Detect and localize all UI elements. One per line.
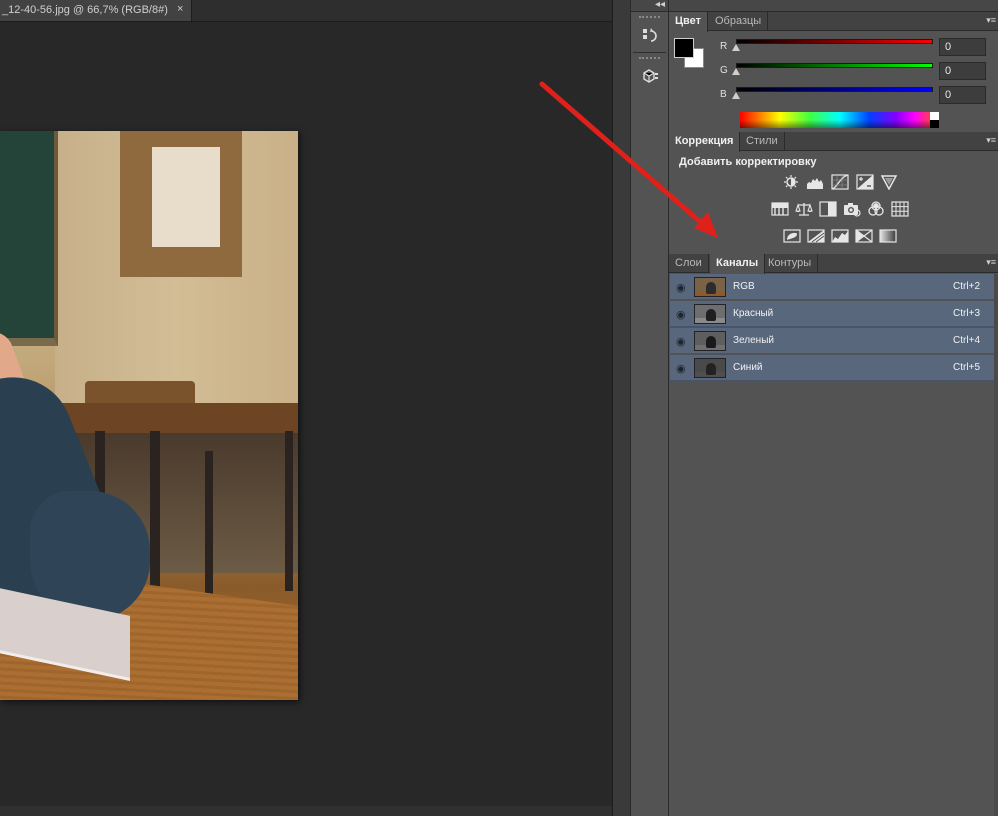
posterize-icon[interactable] <box>807 228 825 244</box>
tab-channels[interactable]: Каналы <box>710 254 766 274</box>
channel-shortcut: Ctrl+4 <box>953 335 980 346</box>
channel-thumbnail <box>694 358 726 378</box>
tab-color[interactable]: Цвет <box>669 12 709 32</box>
blue-slider[interactable] <box>736 87 933 92</box>
blue-slider-thumb[interactable] <box>732 92 740 99</box>
vibrance-icon[interactable] <box>880 174 898 190</box>
color-lookup-icon[interactable] <box>891 201 909 217</box>
document-tab-title: _12-40-56.jpg @ 66,7% (RGB/8#) <box>2 4 168 16</box>
red-slider[interactable] <box>736 39 933 44</box>
close-icon[interactable]: × <box>177 3 183 15</box>
history-icon[interactable] <box>636 24 664 48</box>
black-white-icon[interactable] <box>819 201 837 217</box>
document-image[interactable] <box>0 131 298 700</box>
channel-thumbnail <box>694 304 726 324</box>
channel-name: Синий <box>733 362 763 373</box>
black-white-swatch[interactable] <box>930 112 939 128</box>
color-balance-icon[interactable] <box>795 201 813 217</box>
panel-menu-icon[interactable]: ▾≡ <box>986 135 996 146</box>
channels-scrollbar[interactable] <box>994 274 998 816</box>
eye-icon[interactable]: ◉ <box>676 335 686 348</box>
photo-desk-leg <box>150 431 160 591</box>
photo-filter-icon[interactable] <box>843 201 861 217</box>
channel-label-r: R <box>720 41 728 52</box>
document-tab[interactable]: _12-40-56.jpg @ 66,7% (RGB/8#) × <box>0 0 192 22</box>
channel-row-red[interactable]: ◉ Красный Ctrl+3 <box>670 301 994 327</box>
curves-icon[interactable] <box>831 174 849 190</box>
green-slider-thumb[interactable] <box>732 68 740 75</box>
icon-column-separator <box>633 52 666 53</box>
collapsed-panel-column <box>630 0 668 816</box>
document-canvas-area[interactable]: _12-40-56.jpg @ 66,7% (RGB/8#) × <box>0 0 612 816</box>
tab-swatches[interactable]: Образцы <box>709 12 769 31</box>
eye-icon[interactable]: ◉ <box>676 362 686 375</box>
photo-desk-leg <box>205 451 213 601</box>
gradient-map-icon[interactable] <box>879 228 897 244</box>
red-value-field[interactable]: 0 <box>939 38 986 56</box>
grip-handle[interactable] <box>639 57 660 63</box>
panel-menu-icon[interactable]: ▾≡ <box>986 257 996 268</box>
blue-value-field[interactable]: 0 <box>939 86 986 104</box>
selective-color-icon[interactable] <box>855 228 873 244</box>
panel-menu-icon[interactable]: ▾≡ <box>986 15 996 26</box>
photo-background-desk <box>60 403 298 433</box>
collapse-panels-icon[interactable]: ◂◂ <box>655 0 665 10</box>
brightness-contrast-icon[interactable] <box>782 174 800 190</box>
tab-adjustments[interactable]: Коррекция <box>669 132 741 152</box>
eye-icon[interactable]: ◉ <box>676 308 686 321</box>
document-tab-bar <box>192 0 612 22</box>
channel-label-b: B <box>720 89 727 100</box>
channel-thumbnail <box>694 331 726 351</box>
panel-collapse-bar[interactable]: ◂◂ <box>655 0 998 12</box>
layers-panel-tabs: Слои Каналы Контуры ▾≡ <box>669 254 998 274</box>
red-slider-thumb[interactable] <box>732 44 740 51</box>
channel-row-blue[interactable]: ◉ Синий Ctrl+5 <box>670 355 994 381</box>
channel-shortcut: Ctrl+5 <box>953 362 980 373</box>
photo-desk-leg <box>285 431 293 591</box>
channel-label-g: G <box>720 65 728 76</box>
color-panel-tabs: Цвет Образцы ▾≡ <box>669 12 998 32</box>
grip-handle[interactable] <box>639 16 660 22</box>
photo-paper <box>152 147 220 247</box>
tab-paths[interactable]: Контуры <box>762 254 819 273</box>
green-value-field[interactable]: 0 <box>939 62 986 80</box>
channel-name: Зеленый <box>733 335 774 346</box>
levels-icon[interactable] <box>806 174 824 190</box>
channel-thumbnail <box>694 277 726 297</box>
eye-icon[interactable]: ◉ <box>676 281 686 294</box>
hue-saturation-icon[interactable] <box>771 201 789 217</box>
channel-name: RGB <box>733 281 755 292</box>
channel-row-rgb[interactable]: ◉ RGB Ctrl+2 <box>670 274 994 300</box>
adjustments-panel-tabs: Коррекция Стили ▾≡ <box>669 132 998 152</box>
threshold-icon[interactable] <box>831 228 849 244</box>
panel-dock-strip <box>612 0 630 816</box>
photo-chalkboard <box>0 131 58 346</box>
add-adjustment-title: Добавить корректировку <box>679 156 817 168</box>
channel-mixer-icon[interactable] <box>867 201 885 217</box>
tab-layers[interactable]: Слои <box>669 254 709 273</box>
channel-shortcut: Ctrl+3 <box>953 308 980 319</box>
invert-icon[interactable] <box>783 228 801 244</box>
3d-cube-icon[interactable] <box>636 65 664 89</box>
tab-styles[interactable]: Стили <box>740 132 785 151</box>
exposure-icon[interactable] <box>856 174 874 190</box>
color-spectrum-shade <box>740 120 939 128</box>
green-slider[interactable] <box>736 63 933 68</box>
foreground-color-swatch[interactable] <box>674 38 694 58</box>
channel-name: Красный <box>733 308 774 319</box>
channel-row-green[interactable]: ◉ Зеленый Ctrl+4 <box>670 328 994 354</box>
channel-shortcut: Ctrl+2 <box>953 281 980 292</box>
horizontal-scrollbar[interactable] <box>0 806 612 816</box>
